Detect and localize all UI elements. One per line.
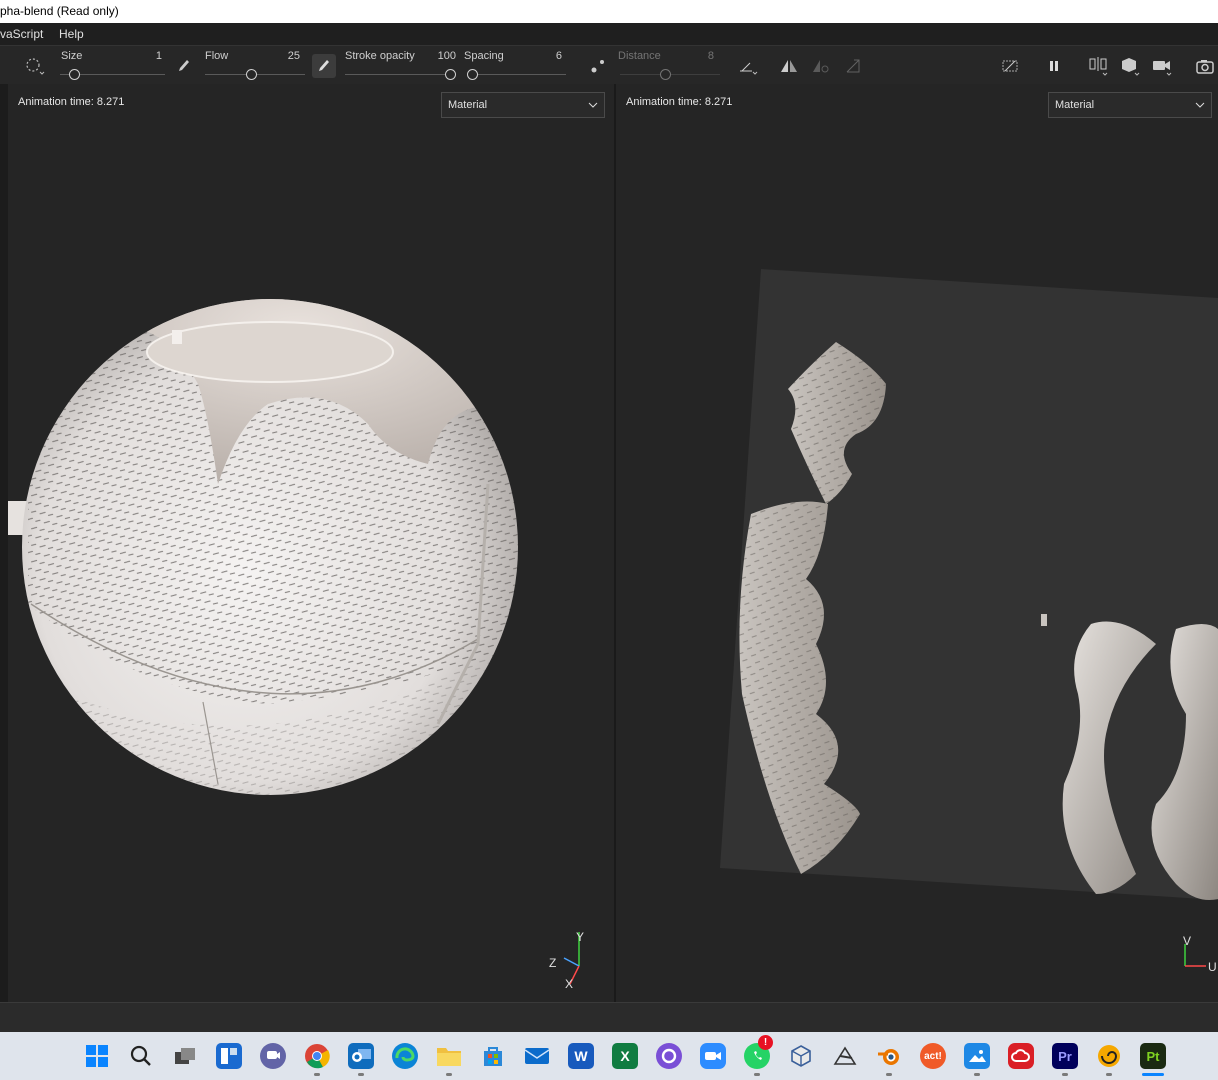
axis-x-label: X bbox=[565, 977, 574, 991]
spacing-slider-track[interactable] bbox=[473, 74, 566, 75]
task-view-icon[interactable] bbox=[172, 1043, 198, 1069]
axis-z-label: Z bbox=[549, 956, 557, 970]
menu-item-help[interactable]: Help bbox=[59, 23, 84, 45]
flow-pen-icon[interactable] bbox=[172, 54, 196, 78]
distance-slider-knob[interactable] bbox=[660, 69, 671, 80]
stroke-opacity-pen-icon[interactable] bbox=[312, 54, 336, 78]
symmetry-icon[interactable] bbox=[777, 54, 801, 78]
size-value: 1 bbox=[155, 50, 162, 62]
spacing-value: 6 bbox=[555, 50, 562, 62]
display-mode-cube-icon[interactable] bbox=[1118, 54, 1142, 78]
lazy-mouse-icon[interactable] bbox=[586, 54, 610, 78]
left-dock-strip bbox=[0, 84, 8, 1002]
camera-icon[interactable] bbox=[1150, 54, 1174, 78]
substance-painter-icon[interactable]: Pt bbox=[1140, 1043, 1166, 1069]
blender-icon[interactable] bbox=[876, 1043, 902, 1069]
size-label: Size bbox=[61, 50, 83, 62]
window-title: pha-blend (Read only) bbox=[0, 4, 119, 18]
teams-chat-icon[interactable] bbox=[260, 1043, 286, 1069]
search-icon[interactable] bbox=[128, 1043, 154, 1069]
sphere-model[interactable] bbox=[8, 84, 614, 1002]
zbrush-icon[interactable] bbox=[832, 1043, 858, 1069]
stroke-opacity-slider-knob[interactable] bbox=[445, 69, 456, 80]
premiere-letters: Pr bbox=[1058, 1048, 1072, 1064]
microsoft-store-icon[interactable] bbox=[480, 1043, 506, 1069]
active-app-indicator bbox=[1142, 1073, 1164, 1076]
act-icon[interactable]: act! bbox=[920, 1043, 946, 1069]
running-indicator bbox=[886, 1073, 892, 1076]
symmetry-settings-icon[interactable] bbox=[809, 54, 833, 78]
zoom-icon[interactable] bbox=[700, 1043, 726, 1069]
distance-value: 8 bbox=[707, 50, 714, 62]
menu-item-javascript[interactable]: vaScript bbox=[0, 23, 43, 45]
photos-icon[interactable] bbox=[964, 1043, 990, 1069]
flow-slider-knob[interactable] bbox=[245, 69, 257, 80]
file-explorer-icon[interactable] bbox=[436, 1043, 462, 1069]
axis-u-label: U bbox=[1208, 960, 1217, 974]
spacing-slider-knob[interactable] bbox=[467, 69, 478, 80]
stroke-opacity-slider-track[interactable] bbox=[345, 74, 451, 75]
axis-y-label: Y bbox=[576, 930, 585, 944]
transform-icon[interactable] bbox=[841, 54, 865, 78]
ae-app-icon[interactable] bbox=[1096, 1043, 1122, 1069]
widgets-icon[interactable] bbox=[216, 1043, 242, 1069]
distance-label: Distance bbox=[618, 50, 661, 62]
excel-letter: X bbox=[620, 1048, 630, 1064]
windows-start-icon[interactable] bbox=[84, 1043, 110, 1069]
flow-value: 25 bbox=[287, 50, 300, 62]
running-indicator bbox=[358, 1073, 364, 1076]
brush-shape-icon[interactable] bbox=[22, 54, 46, 78]
word-icon[interactable]: W bbox=[568, 1043, 594, 1069]
running-indicator bbox=[1106, 1073, 1112, 1076]
running-indicator bbox=[754, 1073, 760, 1076]
chrome-icon[interactable] bbox=[304, 1043, 330, 1069]
excel-icon[interactable]: X bbox=[612, 1043, 638, 1069]
hide-layer-icon[interactable] bbox=[998, 54, 1022, 78]
mail-icon[interactable] bbox=[524, 1043, 550, 1069]
running-indicator bbox=[1062, 1073, 1068, 1076]
premiere-pro-icon[interactable]: Pr bbox=[1052, 1043, 1078, 1069]
edge-icon[interactable] bbox=[392, 1043, 418, 1069]
running-indicator bbox=[446, 1073, 452, 1076]
running-indicator bbox=[974, 1073, 980, 1076]
cortana-icon[interactable] bbox=[656, 1043, 682, 1069]
axis-v-label: V bbox=[1183, 934, 1192, 948]
viewport-3d[interactable]: Animation time: 8.271 Material Y Z X bbox=[8, 84, 614, 1002]
word-letter: W bbox=[574, 1048, 588, 1064]
flow-label: Flow bbox=[205, 50, 229, 62]
painter-letters: Pt bbox=[1146, 1048, 1160, 1064]
creative-cloud-icon[interactable] bbox=[1008, 1043, 1034, 1069]
viewport-2d-uv[interactable]: Animation time: 8.271 Material V U bbox=[616, 84, 1218, 1002]
screenshot-icon[interactable] bbox=[1193, 54, 1217, 78]
size-slider-knob[interactable] bbox=[69, 69, 80, 80]
menu-bar: vaScript Help bbox=[0, 23, 1218, 45]
whatsapp-icon[interactable]: ! bbox=[744, 1035, 773, 1069]
stroke-opacity-label: Stroke opacity bbox=[345, 50, 415, 62]
uv-layout[interactable] bbox=[616, 84, 1218, 1002]
act-label: act! bbox=[924, 1050, 942, 1062]
virtualbox-icon[interactable] bbox=[788, 1043, 814, 1069]
windows-taskbar: W X ! act! Pr Pt bbox=[0, 1032, 1218, 1080]
running-indicator bbox=[314, 1073, 320, 1076]
alignment-icon[interactable] bbox=[736, 54, 760, 78]
window-title-bar: pha-blend (Read only) bbox=[0, 0, 1218, 23]
brush-toolbar: Size 1 Flow 25 Stroke opacity 100 Spacin… bbox=[0, 45, 1218, 84]
outlook-icon[interactable] bbox=[348, 1043, 374, 1069]
notification-badge: ! bbox=[758, 1035, 773, 1050]
spacing-label: Spacing bbox=[464, 50, 504, 62]
status-bar bbox=[0, 1002, 1218, 1032]
view-split-icon[interactable] bbox=[1086, 54, 1110, 78]
stroke-opacity-value: 100 bbox=[437, 50, 456, 62]
pause-icon[interactable] bbox=[1042, 54, 1066, 78]
